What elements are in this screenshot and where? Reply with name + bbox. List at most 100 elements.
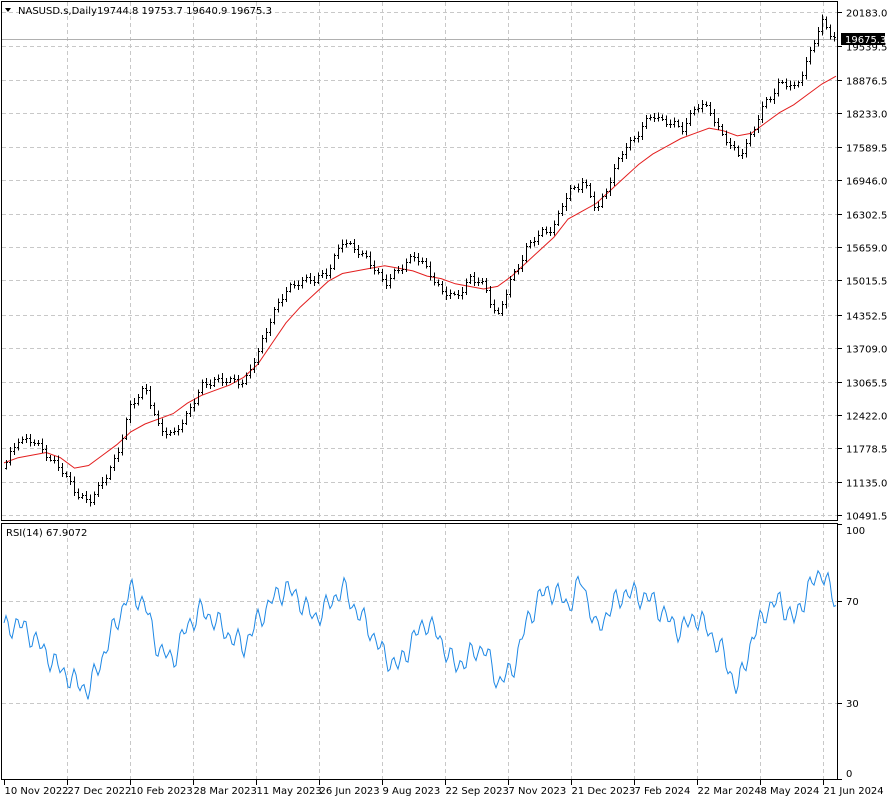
price-bar — [389, 274, 392, 289]
price-bar — [589, 182, 592, 199]
price-bar — [93, 491, 96, 505]
price-bar — [49, 454, 52, 462]
price-bar — [793, 81, 796, 89]
price-bar — [441, 280, 444, 295]
price-bar — [733, 141, 736, 151]
price-bar — [369, 251, 372, 269]
price-tick-label: 18233.0 — [846, 110, 887, 121]
rsi-axis: 100 70 30 0 — [838, 524, 865, 780]
price-bar — [493, 299, 496, 314]
price-bar — [617, 156, 620, 170]
price-bar — [593, 191, 596, 212]
price-bar — [637, 131, 640, 143]
price-bar — [41, 438, 44, 454]
price-bar — [545, 226, 548, 235]
price-bar — [269, 318, 272, 337]
price-bar — [101, 477, 104, 490]
price-bar — [669, 119, 672, 129]
price-axis: 20183.019539.518876.518233.017589.516946… — [838, 9, 887, 523]
price-bar — [337, 244, 340, 259]
price-bar — [409, 253, 412, 264]
price-bar — [309, 272, 312, 285]
price-bar — [825, 16, 828, 30]
price-bar — [25, 433, 28, 443]
price-bar — [693, 106, 696, 116]
rsi-panel[interactable] — [1, 523, 838, 780]
price-bar — [81, 492, 84, 499]
price-bar — [133, 398, 136, 409]
price-bar — [833, 31, 836, 42]
price-bar — [149, 386, 152, 409]
price-bar — [481, 278, 484, 285]
price-bar — [413, 252, 416, 262]
chart-canvas: 20183.019539.518876.518233.017589.516946… — [1, 1, 887, 797]
rsi-tick-label: 70 — [846, 597, 859, 608]
price-bar — [77, 488, 80, 500]
time-tick-label: 10 Feb 2023 — [131, 786, 193, 797]
price-tick-label: 14352.5 — [846, 312, 887, 323]
price-bar — [777, 78, 780, 97]
time-tick-label: 21 Jun 2024 — [824, 786, 884, 797]
price-bar — [377, 267, 380, 275]
price-bar — [341, 239, 344, 253]
price-bar — [521, 255, 524, 273]
price-tick-label: 20183.0 — [846, 9, 887, 20]
price-bar — [53, 456, 56, 464]
triangle-down-icon[interactable] — [5, 8, 11, 12]
price-bar — [797, 80, 800, 88]
price-bar — [549, 227, 552, 237]
price-bar — [701, 99, 704, 113]
price-bar — [265, 327, 268, 343]
price-bar — [757, 114, 760, 133]
price-bar — [801, 71, 804, 87]
price-tick-label: 13065.5 — [846, 379, 887, 390]
price-bar — [525, 243, 528, 263]
price-bar — [21, 436, 24, 444]
price-bar — [321, 269, 324, 279]
rsi-gridlines — [2, 524, 837, 779]
price-bar — [657, 112, 660, 122]
price-bar — [645, 115, 648, 130]
price-bar — [365, 250, 368, 259]
time-tick-label: 28 Mar 2023 — [194, 786, 257, 797]
price-panel[interactable] — [1, 1, 838, 521]
current-price-marker: 19675.3 — [841, 33, 886, 46]
price-bar — [429, 261, 432, 281]
time-tick-label: 22 Mar 2024 — [698, 786, 761, 797]
price-bar — [153, 402, 156, 417]
current-price-label: 19675.3 — [845, 35, 886, 46]
price-bar — [225, 377, 228, 386]
price-tick-label: 11135.0 — [846, 479, 887, 490]
time-tick-label: 27 Dec 2022 — [68, 786, 132, 797]
price-bar — [325, 268, 328, 280]
rsi-tick-label: 100 — [846, 526, 865, 537]
price-bar — [73, 476, 76, 497]
price-bar — [209, 379, 212, 389]
price-bar — [501, 300, 504, 316]
price-bar — [353, 239, 356, 254]
price-bar — [509, 275, 512, 298]
price-bar — [417, 252, 420, 266]
price-bar — [425, 257, 428, 269]
price-bar — [665, 115, 668, 127]
price-bar — [557, 210, 560, 227]
price-bar — [505, 289, 508, 309]
rsi-tick-label: 30 — [846, 699, 859, 710]
price-bar — [565, 193, 568, 211]
price-bar — [13, 442, 16, 456]
price-bar — [345, 239, 348, 248]
moving-average-line — [3, 75, 837, 469]
price-bar — [285, 287, 288, 303]
price-bar — [497, 307, 500, 315]
rsi-label: RSI(14) 67.9072 — [6, 528, 87, 539]
price-bar — [253, 358, 256, 373]
price-bar — [213, 376, 216, 387]
price-bar — [817, 27, 820, 47]
price-bar — [333, 253, 336, 271]
price-bar — [449, 289, 452, 300]
price-bar — [613, 164, 616, 186]
price-bar — [189, 403, 192, 417]
price-bar — [141, 385, 144, 400]
price-bar — [689, 110, 692, 126]
price-bar — [301, 277, 304, 289]
